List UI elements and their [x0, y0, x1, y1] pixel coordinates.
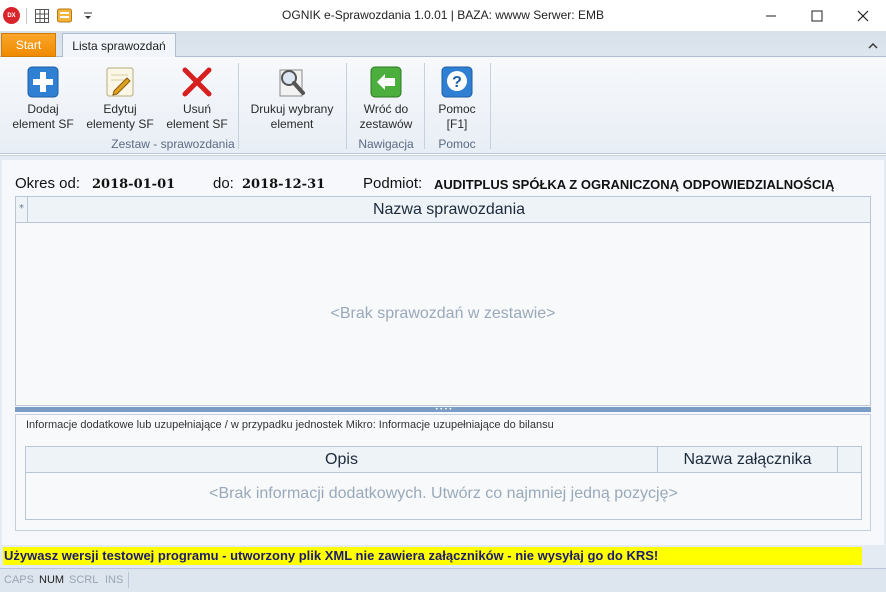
title-bar: DX OGNIK e-Sprawozdania 1.0.01 | BAZA: w… [0, 0, 886, 31]
arrow-left-icon [369, 65, 403, 99]
okres-do-label: do: [213, 175, 234, 192]
additional-info-empty-text: <Brak informacji dodatkowych. Utwórz co … [209, 485, 678, 502]
test-version-warning: Używasz wersji testowej programu - utwor… [3, 547, 862, 565]
add-element-button[interactable]: Dodaj element SF [12, 65, 74, 132]
additional-info-title: Informacje dodatkowe lub uzupełniające /… [26, 419, 554, 431]
delete-element-label-2: element SF [166, 117, 228, 131]
ribbon-tab-strip: Start Lista sprawozdań [0, 31, 886, 58]
column-header-opis[interactable]: Opis [26, 447, 658, 473]
ribbon-separator [490, 63, 491, 149]
help-question-icon: ? [440, 65, 474, 99]
svg-text:?: ? [452, 74, 462, 91]
add-element-label-1: Dodaj [27, 102, 59, 116]
edit-elements-label-2: elementy SF [86, 117, 154, 131]
delete-element-button[interactable]: Usuń element SF [166, 65, 228, 132]
edit-elements-label-1: Edytuj [103, 102, 137, 116]
back-to-sets-button[interactable]: Wróć do zestawów [354, 65, 418, 132]
help-label-1: Pomoc [438, 102, 476, 116]
tab-lista-sprawozdan[interactable]: Lista sprawozdań [62, 33, 176, 58]
minimize-icon [766, 15, 776, 16]
print-selected-button[interactable]: Drukuj wybrany element [246, 65, 338, 132]
column-header-nazwa-sprawozdania[interactable]: Nazwa sprawozdania [28, 201, 870, 219]
group-label-pomoc: Pomoc [438, 137, 476, 151]
plus-icon [26, 65, 60, 99]
edit-pencil-icon [103, 65, 137, 99]
okres-od-label: Okres od: [15, 175, 81, 192]
tab-start[interactable]: Start [1, 33, 56, 57]
print-selected-label-1: Drukuj wybrany [250, 102, 334, 116]
group-label-nawigacja: Nawigacja [358, 137, 414, 151]
additional-info-grid-header: Opis Nazwa załącznika [26, 447, 861, 473]
additional-info-grid[interactable]: Opis Nazwa załącznika <Brak informacji d… [25, 446, 862, 520]
status-ins: INS [105, 574, 124, 586]
reports-grid-header: * Nazwa sprawozdania [16, 197, 870, 223]
status-num: NUM [39, 574, 65, 586]
close-button[interactable] [840, 0, 886, 31]
ribbon-separator [346, 63, 347, 149]
status-caps: CAPS [4, 574, 34, 586]
maximize-icon [811, 10, 823, 21]
add-element-label-2: element SF [12, 117, 74, 131]
maximize-button[interactable] [794, 0, 840, 31]
help-button[interactable]: ? Pomoc [F1] [432, 65, 482, 132]
status-bar: CAPS NUM SCRL INS [0, 568, 886, 592]
reports-grid[interactable]: * Nazwa sprawozdania <Brak sprawozdań w … [15, 196, 871, 406]
new-row-indicator[interactable]: * [16, 197, 28, 223]
print-preview-icon [275, 65, 309, 99]
report-header: Okres od: 2018-01-01 do: 2018-12-31 Podm… [15, 175, 875, 195]
print-selected-label-2: element [270, 117, 314, 131]
reports-empty-text: <Brak sprawozdań w zestawie> [330, 305, 556, 322]
splitter-grip-icon: •••• [435, 406, 454, 413]
back-to-sets-label-1: Wróć do [363, 102, 409, 116]
column-header-nazwa-zalacznika[interactable]: Nazwa załącznika [658, 447, 838, 473]
edit-elements-button[interactable]: Edytuj elementy SF [86, 65, 154, 132]
status-separator [128, 572, 129, 588]
help-label-2: [F1] [446, 117, 468, 131]
delete-x-icon [180, 65, 214, 99]
delete-element-label-1: Usuń [182, 102, 211, 116]
okres-do-value: 2018-12-31 [242, 177, 326, 192]
minimize-button[interactable] [748, 0, 794, 31]
ribbon-separator [424, 63, 425, 149]
splitter-handle[interactable]: •••• [15, 406, 871, 413]
status-scrl: SCRL [69, 574, 99, 586]
additional-info-panel: Informacje dodatkowe lub uzupełniające /… [15, 414, 871, 531]
okres-od-value: 2018-01-01 [92, 177, 176, 192]
close-icon [857, 10, 869, 21]
group-label-zestaw: Zestaw - sprawozdania [111, 137, 235, 151]
podmiot-value: AUDITPLUS SPÓŁKA Z OGRANICZONĄ ODPOWIEDZ… [434, 177, 835, 192]
podmiot-label: Podmiot: [363, 175, 423, 192]
back-to-sets-label-2: zestawów [359, 117, 413, 131]
ribbon: Dodaj element SF Edytuj elementy SF Usuń… [0, 57, 886, 154]
ribbon-collapse-icon[interactable] [868, 39, 878, 53]
